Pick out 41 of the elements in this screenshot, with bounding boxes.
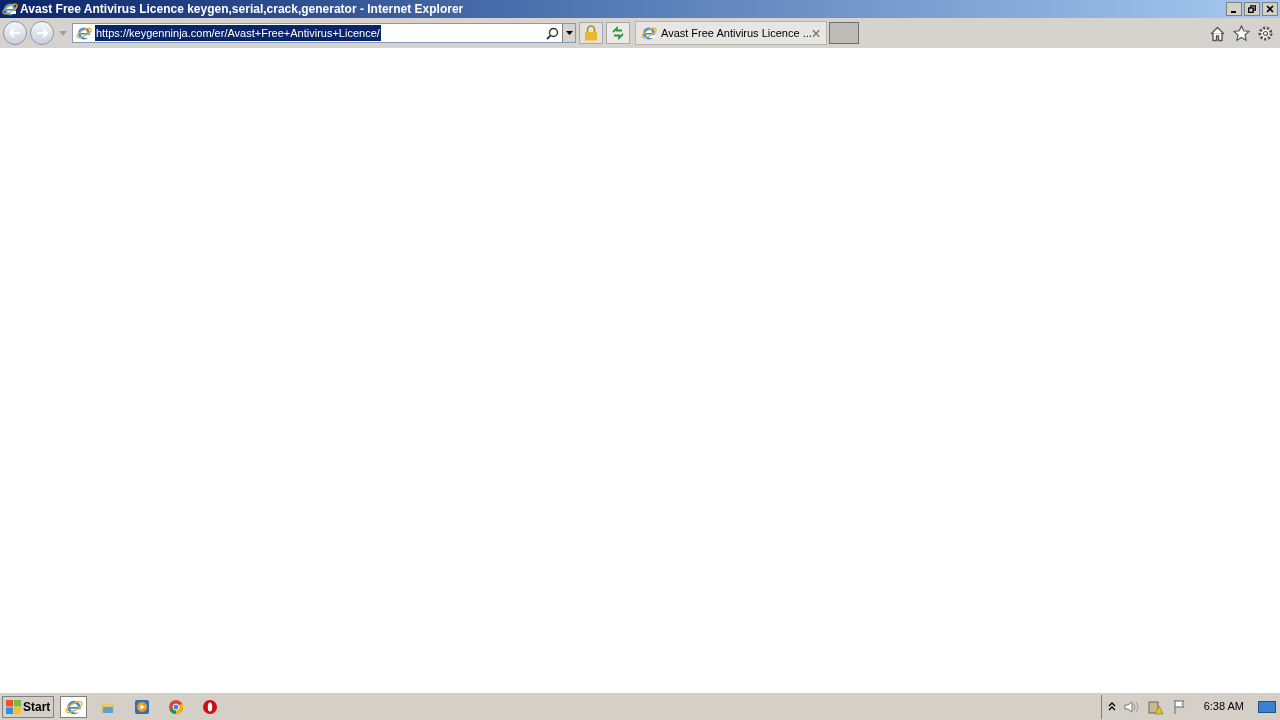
new-tab-button[interactable] [829,22,859,44]
opera-icon [201,698,218,715]
dropdown-caret-icon[interactable] [59,30,67,36]
taskbar-app-button[interactable] [60,695,88,718]
refresh-button[interactable] [606,22,630,44]
speaker-icon[interactable] [1123,699,1140,714]
windows-logo-icon [6,699,21,714]
show-desktop-icon[interactable] [1258,700,1276,713]
restore-button[interactable] [1244,2,1260,16]
dropdown-button[interactable] [562,24,575,42]
chrome-icon [167,698,184,715]
clock[interactable]: 6:38 AM [1203,698,1244,715]
browser-icon [76,25,92,41]
arrow-right-icon [36,28,48,38]
close-button[interactable] [1262,2,1278,16]
browser-icon [2,1,18,17]
minimize-button[interactable] [1226,2,1242,16]
back-button[interactable] [3,21,27,45]
home-icon[interactable] [1209,24,1226,42]
refresh-arrows-icon [611,26,625,40]
forward-button[interactable] [30,21,54,45]
start-button[interactable]: Start [2,695,55,718]
url-text: https://keygenninja.com/er/Avast+Free+Antivirus+Licence/ [95,24,381,42]
browser-tab[interactable]: Avast Free Antivirus Licence ... [635,21,827,45]
network-warning-icon[interactable] [1147,698,1164,715]
settings-icon[interactable] [1257,24,1274,42]
search-icon[interactable] [546,26,559,40]
browser-icon [641,25,657,41]
chevron-up-icon[interactable] [1107,702,1116,711]
padlock-icon [584,25,598,41]
close-icon[interactable] [811,28,820,38]
address-bar[interactable]: https://keygenninja.com/er/Avast+Free+Antivirus+Licence/ [72,23,576,43]
flag-icon[interactable] [1171,698,1188,715]
close-icon [1266,5,1274,13]
caret-icon [565,31,573,35]
star-icon[interactable] [1233,24,1250,42]
restore-icon [1248,5,1256,13]
tab-title: Avast Free Antivirus Licence ... [661,25,812,41]
arrow-left-icon [9,28,21,38]
window-title: Avast Free Antivirus Licence keygen,serial,crack,generator - Internet Explorer [20,1,464,18]
media-player-icon [133,698,150,715]
